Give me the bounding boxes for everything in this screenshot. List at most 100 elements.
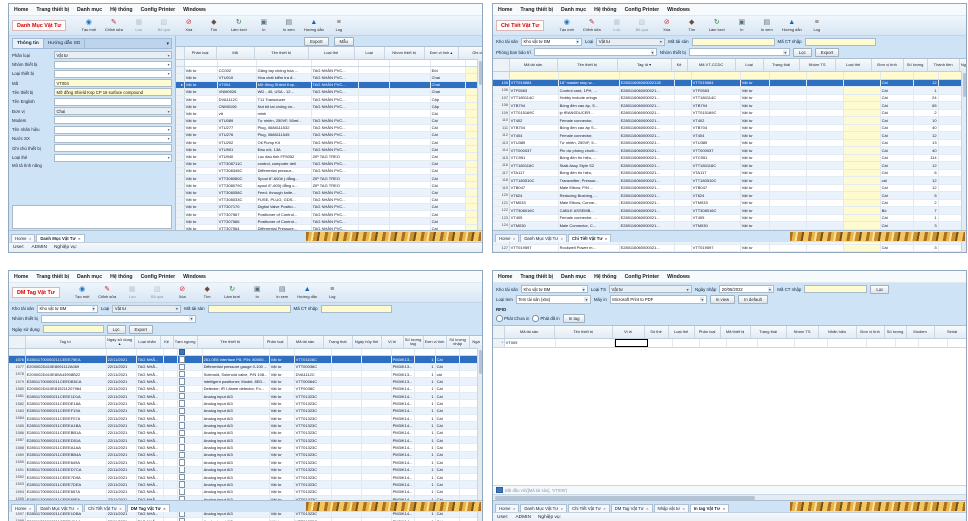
close-icon[interactable]: × — [78, 236, 80, 241]
column-header-vi-tri[interactable]: Vị trí — [613, 326, 645, 338]
label-type-select[interactable]: Tem tài sản (x5x)▾ — [516, 295, 591, 304]
toolbar-button-in[interactable]: ▣In — [729, 19, 754, 32]
table-row[interactable]: 107VTT180114CHobby include oringsE280116… — [493, 95, 966, 103]
type-select[interactable]: Vật tư▾ — [596, 38, 665, 47]
grid-filter-cell[interactable] — [881, 72, 914, 79]
toolbar-button-bo-qua[interactable]: ▧Bỏ qua — [151, 19, 176, 32]
ten-thiet-bi-input[interactable]: Mỡ đồng Shield Kop CP 16 surface compoun… — [54, 88, 172, 96]
radio-phat-da-in[interactable]: Phát đã in — [532, 315, 559, 322]
table-row[interactable]: 1578E200002D410E80A43908B2222/11/2021TAG… — [9, 371, 482, 378]
table-row[interactable]: Vật tưVTT308711Ccontrol, computer dellTA… — [176, 161, 482, 168]
vertical-scrollbar[interactable] — [477, 59, 482, 230]
column-header-phan-loai[interactable]: Phân loại — [264, 336, 288, 348]
grid-filter-cell[interactable] — [807, 72, 844, 79]
toolbar-button-in[interactable]: ▣In — [251, 19, 276, 32]
table-row[interactable]: 117VTA117Bóng đèn tín hiệu,E280116060000… — [493, 170, 966, 178]
use-date-input[interactable] — [43, 325, 104, 334]
column-header-ten-thiet-bi[interactable]: Tên thiết bị — [555, 326, 613, 338]
table-row[interactable]: Vật tưVTU276Plug, 0688111545TAG NHÂN PVC… — [176, 132, 482, 139]
table-row[interactable]: Vật tưVNM0026WD - 40, USA - 12...TAG NHÂ… — [176, 89, 482, 96]
column-header-ngay-su-dung[interactable]: Ngày sử dụng ▴ — [106, 336, 135, 348]
grid-filter-cell[interactable] — [673, 339, 700, 347]
type-select[interactable]: Vật tư▾ — [112, 305, 181, 314]
column-header-ma-vt-ccdc[interactable]: Mã VT-CCDC — [688, 59, 736, 71]
column-header-nhom-thiet-bi[interactable]: Nhóm thiết bị — [385, 47, 425, 59]
table-row[interactable]: 128VTB813Chấn lưu đèn cao á...E280116060… — [493, 252, 966, 253]
table-row[interactable]: 1580E200002D410E81521120798422/11/2021TA… — [9, 386, 482, 393]
table-row[interactable]: Vật tưvttminhCái — [176, 110, 482, 117]
column-header-ke[interactable]: Kệ — [161, 336, 174, 348]
equipment-group-select[interactable]: ▾ — [689, 48, 790, 57]
menu-item-config-printer[interactable]: Config Printer — [625, 7, 660, 13]
toolbar-button-luu[interactable]: ▦Lưu — [604, 19, 629, 32]
column-header-ten-thiet-bi[interactable]: Tên thiết bị — [255, 47, 309, 59]
table-row[interactable]: 114VTT000037Pin dự phòng cho/b...E280116… — [493, 147, 966, 155]
grid-filter-cell[interactable] — [295, 349, 332, 355]
table-row[interactable]: 1585E28011700000211CEEEA1BA22/11/2021TAG… — [9, 422, 482, 429]
grid-filter-cell[interactable] — [332, 349, 362, 355]
nhom-thiet-bi-select[interactable]: ▾ — [54, 61, 172, 69]
toolbar-button-in-xem[interactable]: ▤In xem — [754, 19, 779, 32]
grid-filter-cell[interactable] — [559, 72, 620, 79]
grid-filter-cell[interactable] — [436, 349, 460, 355]
chevron-down-icon[interactable]: ▾ — [164, 41, 171, 47]
table-row[interactable]: Vật tưVTU089Tự nhiên, 250VF, 50mf...TAG … — [176, 118, 482, 125]
toolbar-button-in-xem[interactable]: ▤In xem — [276, 19, 301, 32]
tab-home[interactable]: Home× — [11, 504, 35, 512]
grid-filter-cell[interactable] — [867, 339, 896, 347]
filter-button[interactable]: Lọc — [107, 325, 126, 334]
grid-filter-cell[interactable] — [359, 60, 390, 66]
column-header-ten-thiet-bi[interactable]: Tên thiết bị — [198, 336, 264, 348]
menu-item-he-thong[interactable]: Hệ thống — [110, 7, 132, 13]
grid-filter-cell[interactable] — [178, 349, 203, 355]
column-header-ma-tai-san[interactable]: Mã tài sản — [288, 336, 324, 348]
column-header-ten-thiet-bi[interactable]: Tên thiết bị — [558, 59, 618, 71]
ten-english-input[interactable] — [54, 98, 172, 106]
close-icon[interactable]: × — [723, 506, 725, 511]
column-header-modem[interactable]: Modem — [907, 326, 935, 338]
ghi-chu-thiet-bi-input[interactable] — [54, 144, 172, 152]
ten-nhan-hieu-select[interactable]: ▾ — [54, 126, 172, 134]
column-header-loai[interactable]: Loại — [736, 59, 764, 71]
menu-item-home[interactable]: Home — [14, 7, 28, 13]
scrollbar-thumb[interactable] — [963, 73, 966, 97]
close-icon[interactable]: × — [603, 506, 605, 511]
maintenance-dept-select[interactable]: ▾ — [534, 48, 657, 57]
toolbar-button-log[interactable]: ≡Log — [804, 19, 829, 32]
column-header-nguyen[interactable]: Nguyên — [960, 59, 966, 71]
grid-filter-row[interactable] — [9, 349, 482, 356]
toolbar-button-luu[interactable]: ▦Lưu — [120, 286, 145, 299]
tab-dm-tag-vat-tu[interactable]: DM Tag Vật Tư× — [127, 504, 170, 512]
toolbar-button-xoa[interactable]: ⊘Xóa — [176, 19, 201, 32]
print-tag-button[interactable]: In tag — [563, 314, 586, 323]
column-header-loai-the[interactable]: Loại thẻ — [309, 47, 355, 59]
table-row[interactable]: 1583E28011700000211CEEEF19A22/11/2021TAG… — [9, 408, 482, 415]
grid-filter-cell[interactable] — [390, 60, 431, 66]
export-button[interactable]: Export — [129, 325, 153, 334]
grid-filter-cell[interactable] — [692, 72, 741, 79]
toolbar-button-bo-qua[interactable]: ▧Bỏ qua — [629, 19, 654, 32]
column-header-loai-the[interactable]: Loại thẻ — [836, 59, 872, 71]
menu-item-windows[interactable]: Windows — [183, 274, 206, 280]
grid-filter-cell[interactable] — [700, 339, 727, 347]
menu-item-windows[interactable]: Windows — [667, 7, 690, 13]
checkbox-unchecked-icon[interactable] — [179, 356, 186, 362]
checkbox-unchecked-icon[interactable] — [179, 452, 186, 458]
tab-in-tag-vat-tu[interactable]: In tag Vật Tư× — [690, 504, 729, 512]
close-icon[interactable]: × — [683, 506, 685, 511]
grid-filter-cell[interactable] — [795, 339, 828, 347]
toolbar-button-in[interactable]: ▣In — [245, 286, 270, 299]
table-row[interactable]: 109VTT015169Cip tRANSDUCER...E2801160600… — [493, 110, 966, 118]
checkbox-checked-icon[interactable] — [179, 349, 186, 355]
toolbar-button-chinh-sua[interactable]: ✎Chỉnh sửa — [579, 19, 604, 32]
table-row[interactable]: 1592E28011700000211CEEE7D9A22/11/2021TAG… — [9, 474, 482, 481]
tab-chi-tiet-vat-tu[interactable]: Chi Tiết Vật Tư× — [568, 504, 610, 512]
menu-item-windows[interactable]: Windows — [667, 274, 690, 280]
tab-chi-tiet-vat-tu[interactable]: Chi Tiết Vật Tư× — [568, 234, 611, 242]
checkbox-unchecked-icon[interactable] — [179, 474, 186, 480]
grid-filter-cell[interactable] — [948, 339, 966, 347]
grid-filter-cell[interactable] — [556, 339, 615, 347]
column-header-tam-ngung[interactable]: Tạm ngưng — [174, 336, 198, 348]
column-header-don-vi-tinh[interactable]: Đơn vị tính — [872, 59, 904, 71]
grid-filter-cell[interactable] — [770, 72, 807, 79]
